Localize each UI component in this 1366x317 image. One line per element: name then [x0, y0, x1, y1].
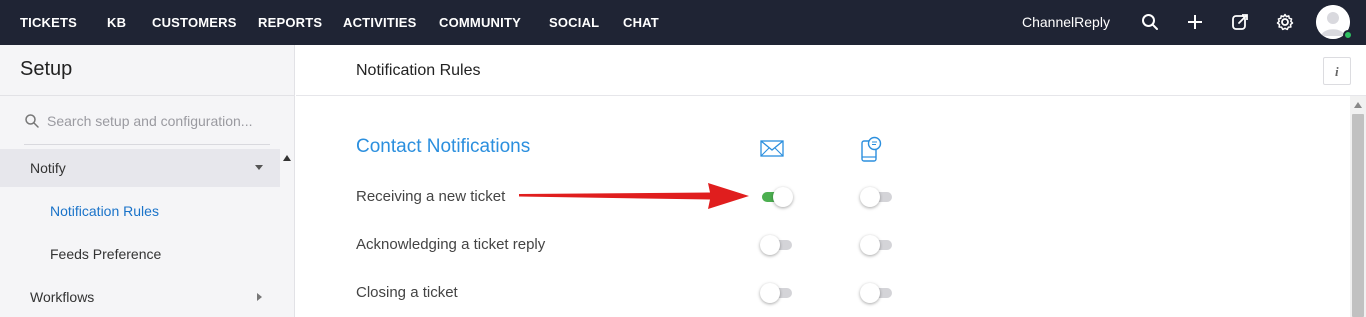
nav-kb[interactable]: KB [107, 15, 126, 30]
sidebar-item-notify[interactable]: Notify [0, 149, 280, 187]
section-title: Contact Notifications [356, 136, 531, 157]
sidebar-item-label: Workflows [30, 289, 95, 305]
sidebar-scroll-up-arrow[interactable] [283, 155, 291, 161]
nav-community[interactable]: COMMUNITY [439, 15, 521, 30]
top-nav-bar: TICKETS KB CUSTOMERS REPORTS ACTIVITIES … [0, 0, 1366, 45]
sidebar-item-label: Notify [30, 160, 66, 176]
sidebar-item-notification-rules[interactable]: Notification Rules [0, 192, 280, 230]
sidebar-item-feeds-preference[interactable]: Feeds Preference [0, 235, 280, 273]
compose-icon[interactable] [1230, 12, 1250, 32]
search-icon[interactable] [1140, 12, 1160, 32]
setup-search-input[interactable] [47, 111, 267, 131]
sidebar-title: Setup [20, 58, 73, 80]
mobile-chat-icon [860, 136, 884, 162]
row-label-ticket-reply: Acknowledging a ticket reply [356, 236, 546, 253]
mobile-toggle-closing-ticket[interactable] [860, 282, 894, 304]
mobile-toggle-ticket-reply[interactable] [860, 234, 894, 256]
nav-reports[interactable]: REPORTS [258, 15, 322, 30]
search-icon [24, 113, 40, 129]
row-label-new-ticket: Receiving a new ticket [356, 188, 506, 205]
row-label-closing-ticket: Closing a ticket [356, 284, 458, 301]
info-icon: i [1335, 64, 1339, 79]
annotation-arrow-icon [515, 178, 755, 214]
email-toggle-closing-ticket[interactable] [760, 282, 794, 304]
mobile-toggle-new-ticket[interactable] [860, 186, 894, 208]
scroll-up-arrow[interactable] [1354, 102, 1362, 108]
nav-social[interactable]: SOCIAL [549, 15, 599, 30]
email-toggle-new-ticket[interactable] [760, 186, 794, 208]
sidebar-item-workflows[interactable]: Workflows [0, 278, 280, 316]
online-status-dot [1343, 30, 1353, 40]
setup-search[interactable] [24, 109, 270, 145]
nav-customers[interactable]: CUSTOMERS [152, 15, 237, 30]
email-toggle-ticket-reply[interactable] [760, 234, 794, 256]
info-button[interactable]: i [1323, 57, 1351, 85]
setup-sidebar: Setup Notify Notification Rules Feeds Pr… [0, 45, 295, 317]
nav-activities[interactable]: ACTIVITIES [343, 15, 417, 30]
chevron-down-icon [255, 165, 263, 170]
main-scrollbar[interactable] [1350, 96, 1366, 317]
plus-icon[interactable] [1185, 12, 1205, 32]
chevron-right-icon [257, 293, 262, 301]
nav-chat[interactable]: CHAT [623, 15, 659, 30]
gear-icon[interactable] [1275, 12, 1295, 32]
envelope-icon [760, 138, 784, 158]
sidebar-item-label: Feeds Preference [50, 246, 162, 262]
main-header: Notification Rules i [296, 45, 1366, 96]
sidebar-item-label: Notification Rules [50, 203, 159, 219]
page-title: Notification Rules [356, 62, 481, 79]
brand-name[interactable]: ChannelReply [1022, 14, 1110, 30]
scroll-thumb[interactable] [1352, 114, 1364, 317]
sidebar-divider [0, 95, 295, 96]
nav-tickets[interactable]: TICKETS [20, 15, 77, 30]
